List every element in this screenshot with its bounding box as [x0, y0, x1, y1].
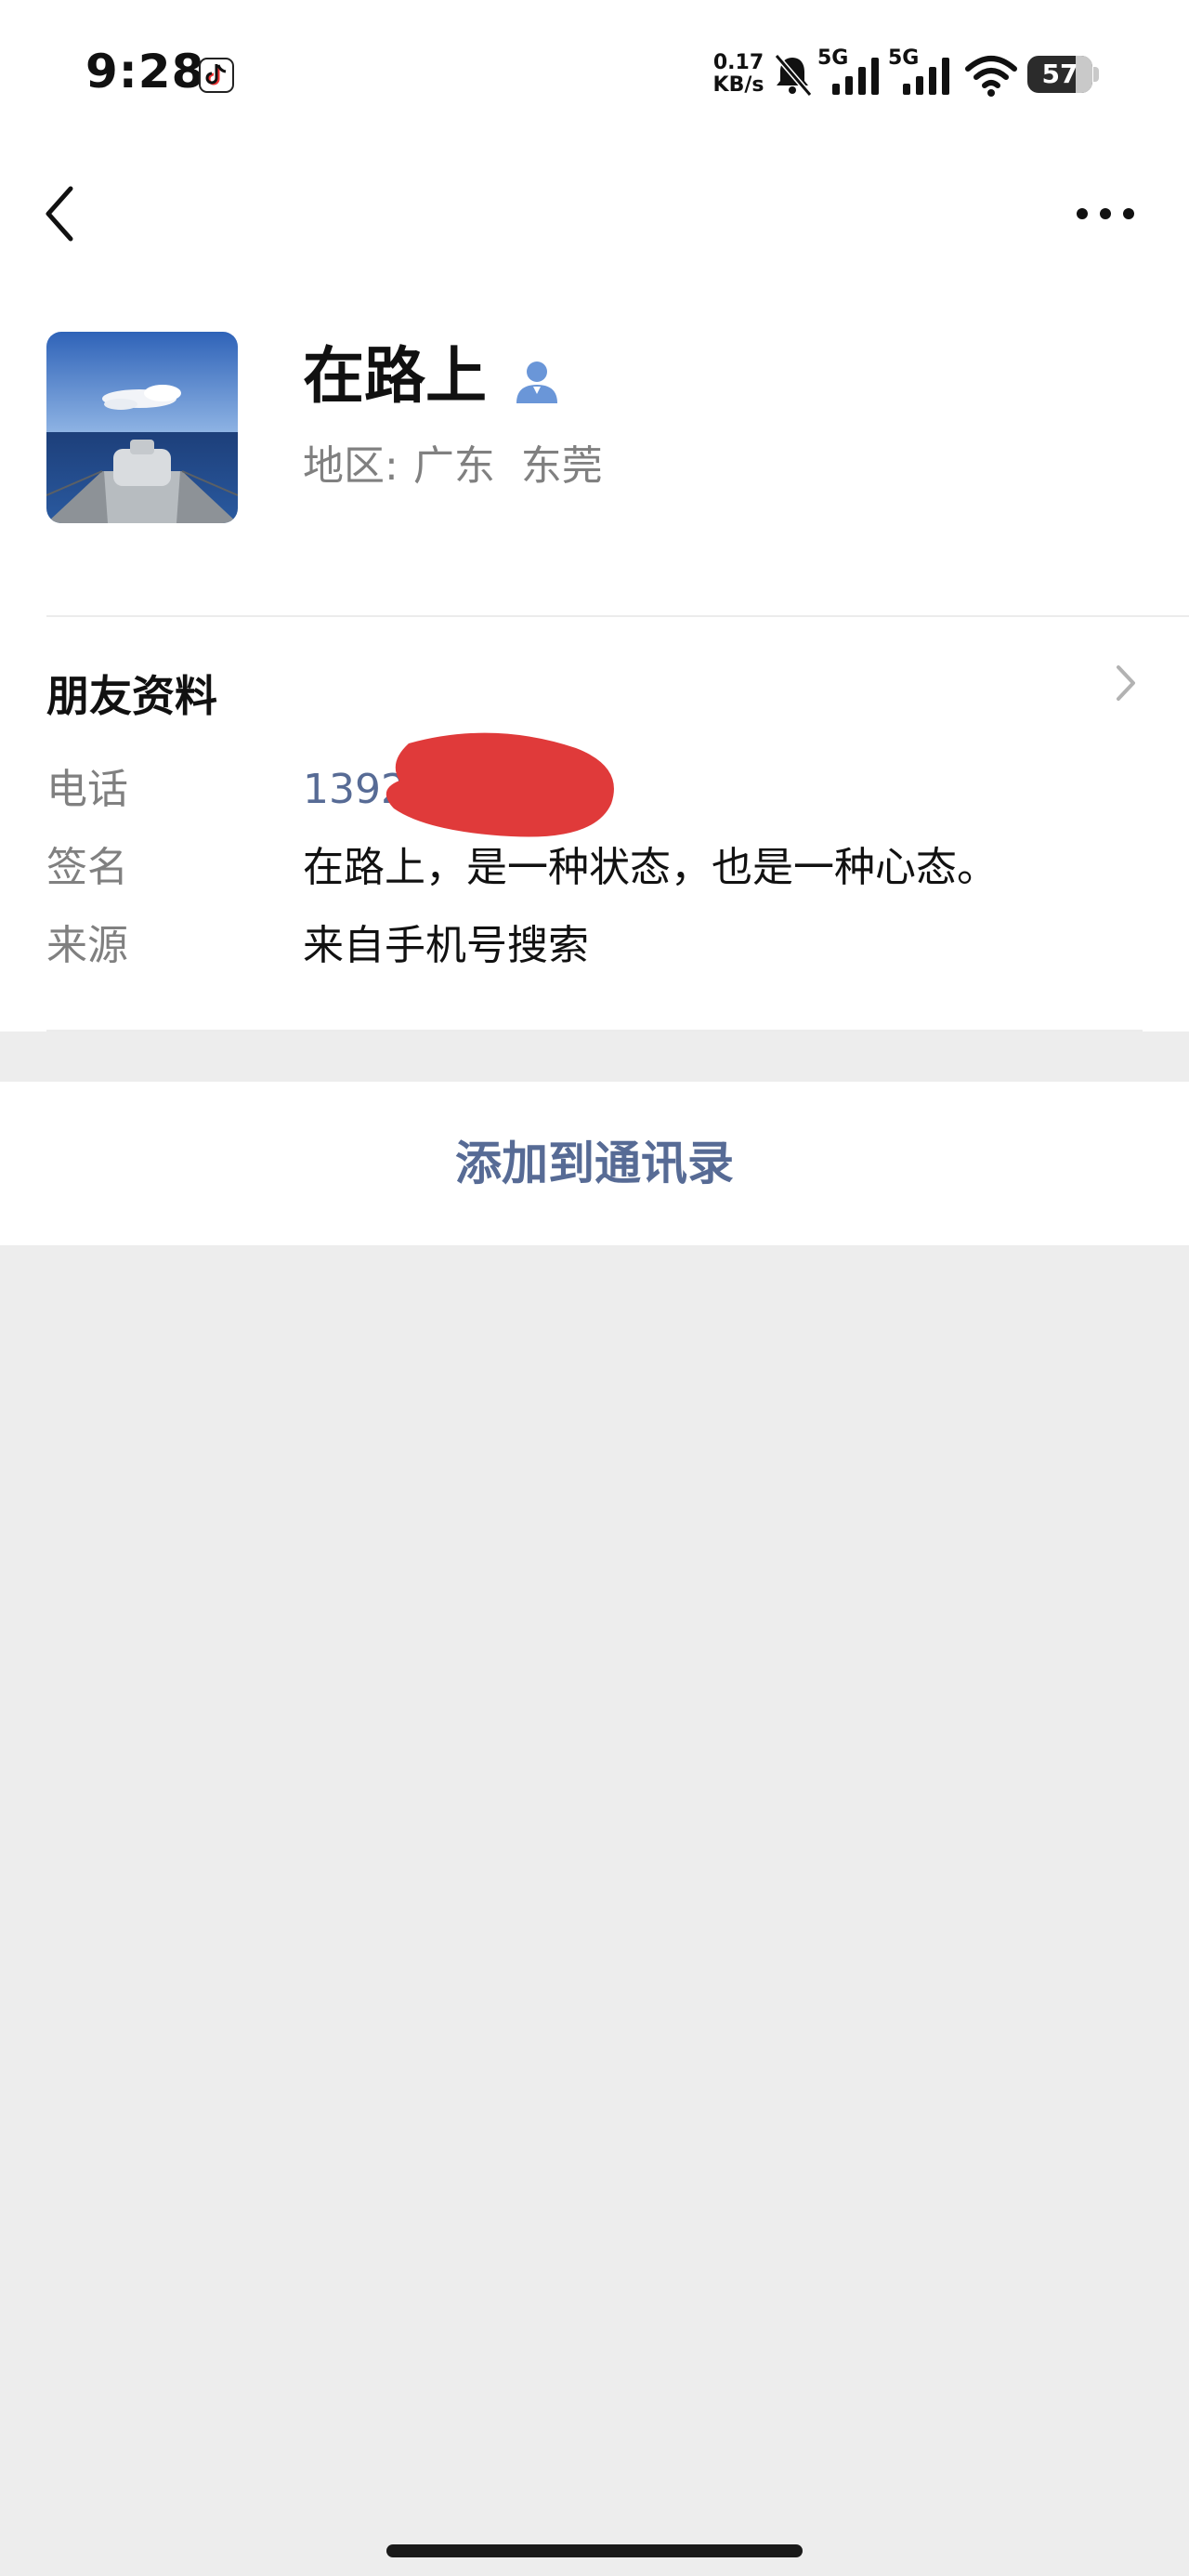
status-time: 9:28 — [85, 45, 205, 99]
source-value: 来自手机号搜索 — [303, 922, 589, 969]
info-divider — [46, 1030, 1143, 1032]
redaction-scribble — [385, 732, 614, 837]
battery-tip — [1093, 67, 1099, 82]
region-label: 地区: — [303, 442, 399, 490]
back-button[interactable] — [37, 181, 84, 246]
info-row-signature: 签名 在路上，是一种状态，也是一种心态。 — [46, 835, 1143, 900]
network-speed: 0.17 KB/s — [711, 52, 766, 97]
battery-level: 57 — [1041, 59, 1078, 89]
signature-label: 签名 — [46, 844, 128, 891]
friend-info-title[interactable]: 朋友资料 — [46, 664, 217, 728]
phone-label: 电话 — [46, 766, 128, 813]
avatar[interactable] — [46, 332, 238, 523]
region-value: 广东 东莞 — [412, 442, 603, 490]
chevron-right-icon[interactable] — [1111, 660, 1139, 706]
more-dots-icon — [1077, 208, 1134, 219]
person-icon — [516, 361, 557, 403]
signal-icon — [903, 58, 949, 95]
battery-icon: 57 — [1027, 56, 1092, 93]
status-bar: 9:28 0.17 KB/s 5G 5G 57 — [0, 0, 1189, 149]
network-speed-unit: KB/s — [712, 73, 764, 97]
signal-1: 5G — [817, 46, 884, 102]
chevron-left-icon — [46, 186, 73, 242]
signal-2: 5G — [888, 46, 955, 102]
mute-bell-icon — [774, 54, 813, 97]
add-to-contacts-button[interactable]: 添加到通讯录 — [0, 1082, 1189, 1245]
signal-icon — [832, 58, 879, 95]
profile-divider — [46, 615, 1189, 617]
more-button[interactable] — [1073, 195, 1138, 232]
profile-nickname: 在路上 — [303, 340, 487, 412]
source-label: 来源 — [46, 922, 128, 969]
profile-region: 地区: 广东 东莞 — [303, 437, 603, 496]
tiktok-icon — [199, 58, 234, 93]
home-indicator[interactable] — [386, 2544, 803, 2557]
signature-value: 在路上，是一种状态，也是一种心态。 — [303, 844, 998, 891]
network-speed-value: 0.17 — [712, 51, 764, 74]
wifi-icon — [965, 56, 1017, 97]
info-row-source: 来源 来自手机号搜索 — [46, 913, 1143, 979]
